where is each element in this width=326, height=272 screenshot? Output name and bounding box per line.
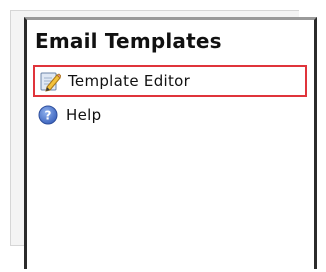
menu-item-label: Help <box>66 106 102 124</box>
svg-text:?: ? <box>45 109 52 123</box>
menu-item-help[interactable]: ? Help <box>33 99 307 131</box>
menu-item-template-editor[interactable]: Template Editor <box>33 65 307 97</box>
help-icon: ? <box>37 104 59 126</box>
menu-item-label: Template Editor <box>68 72 191 90</box>
email-templates-panel: Email Templates Template Editor ? Help <box>24 17 317 269</box>
pencil-edit-icon <box>39 70 61 92</box>
panel-title: Email Templates <box>35 29 222 53</box>
